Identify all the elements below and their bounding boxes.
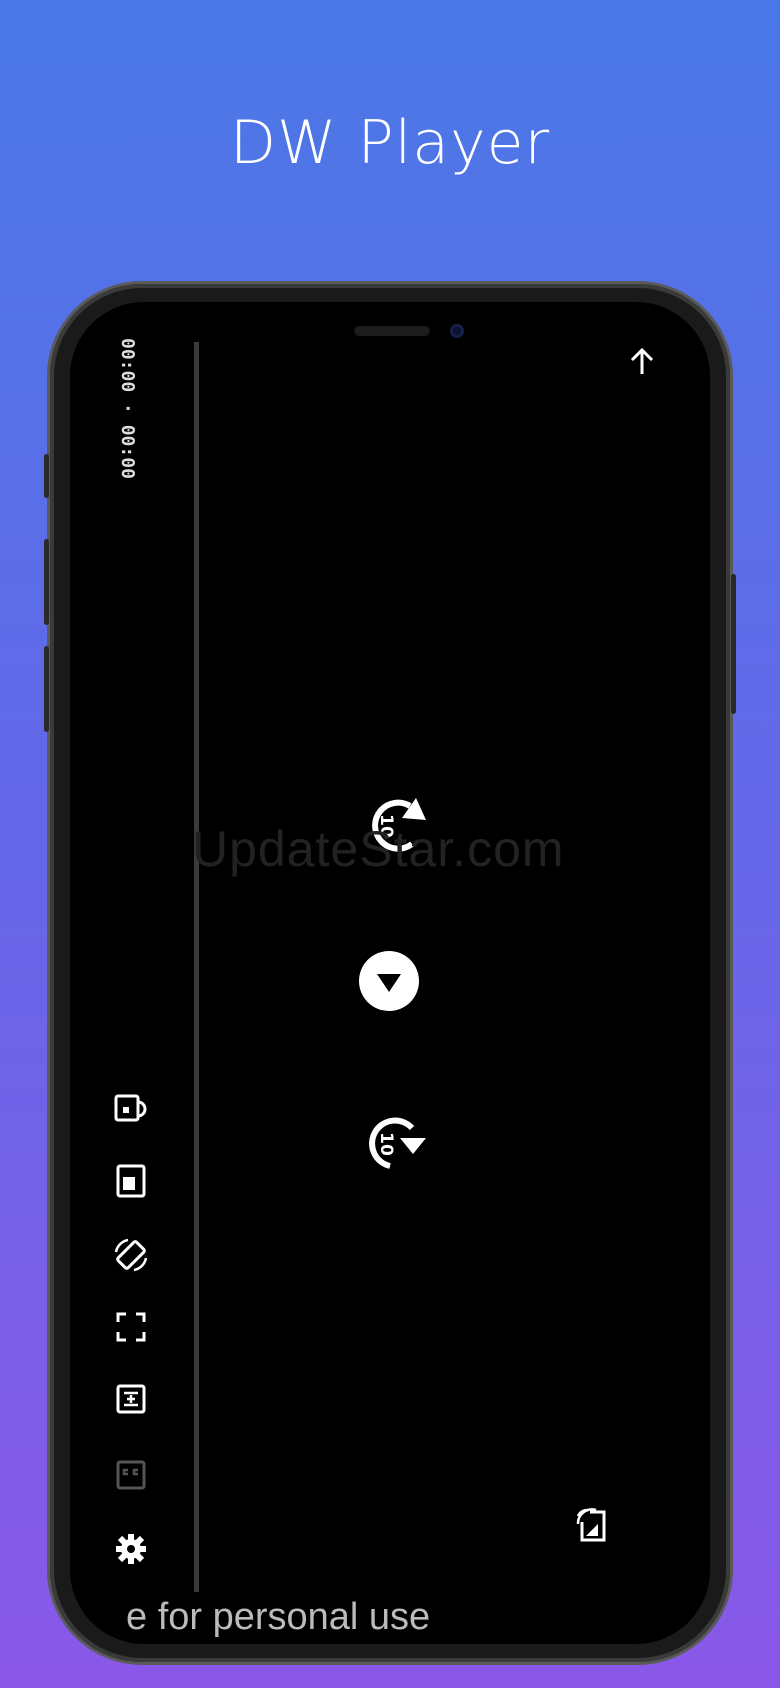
- time-separator: ·: [117, 403, 138, 414]
- aspect-ratio-icon[interactable]: [116, 1384, 146, 1414]
- player-screen[interactable]: 00:00 · 00:00 10 10: [70, 302, 710, 1644]
- closed-captions-icon[interactable]: [116, 1460, 146, 1490]
- phone-volume-up-button: [44, 539, 49, 625]
- phone-mute-button: [44, 454, 49, 498]
- seek-bar[interactable]: [194, 342, 199, 1592]
- current-time: 00:00: [117, 338, 138, 393]
- rotate-screen-icon[interactable]: [112, 1236, 150, 1274]
- mini-player-icon[interactable]: [116, 1164, 146, 1198]
- front-camera: [450, 324, 464, 338]
- play-pause-button[interactable]: [358, 950, 420, 1012]
- arrow-up-icon[interactable]: [626, 346, 658, 378]
- phone-volume-down-button: [44, 646, 49, 732]
- watermark: UpdateStar.com: [192, 821, 565, 877]
- phone-power-button: [731, 574, 736, 714]
- phone-frame: 00:00 · 00:00 10 10: [44, 284, 736, 1662]
- earpiece-speaker: [354, 326, 430, 336]
- app-title: DW Player: [229, 108, 551, 178]
- fullscreen-icon[interactable]: [116, 1312, 146, 1342]
- forward-seconds: 10: [375, 1132, 396, 1156]
- settings-icon[interactable]: [114, 1532, 148, 1566]
- pip-icon[interactable]: [114, 1094, 148, 1124]
- forward-10-icon: [369, 1117, 426, 1169]
- cast-icon[interactable]: [576, 1508, 608, 1542]
- forward-button[interactable]: 10: [364, 1108, 434, 1178]
- bottom-caption: e for personal use: [126, 1596, 431, 1638]
- total-time: 00:00: [117, 424, 138, 479]
- time-readout: 00:00 · 00:00: [117, 338, 138, 479]
